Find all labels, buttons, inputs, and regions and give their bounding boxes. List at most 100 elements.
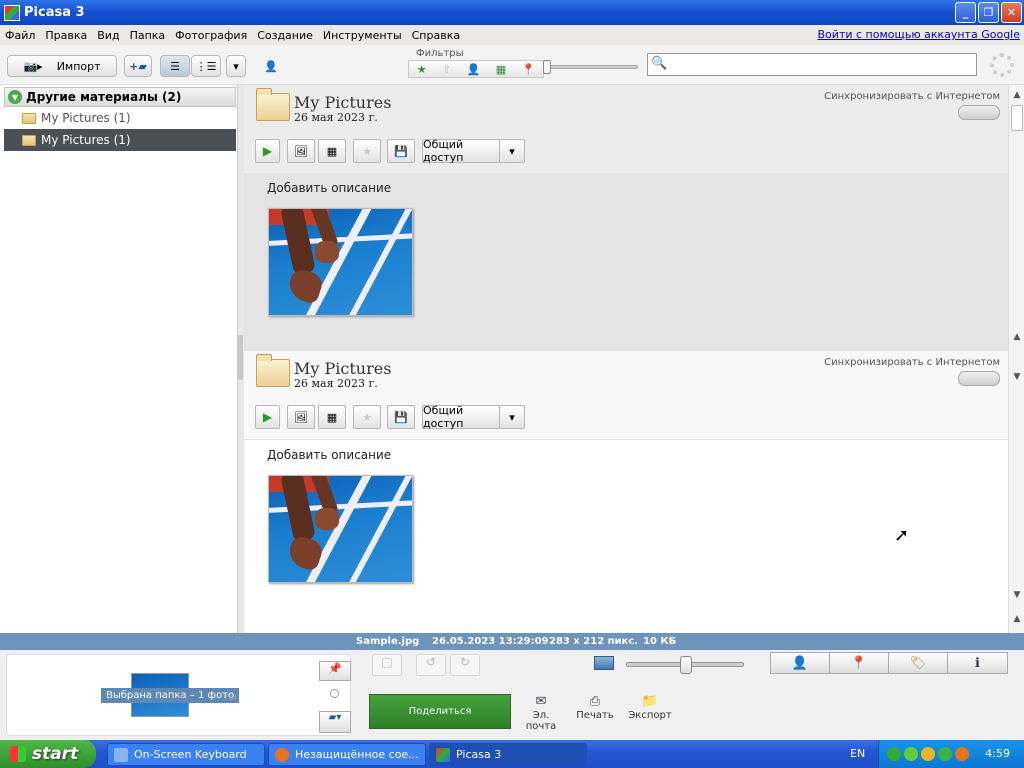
- sync-toggle[interactable]: [958, 371, 1000, 386]
- info-panel-button[interactable]: ℹ: [947, 652, 1008, 674]
- share-dropdown-button[interactable]: ▾: [499, 139, 525, 163]
- task-browser[interactable]: Незащищённое сое...: [268, 743, 426, 766]
- album-add-button[interactable]: ▰▾: [319, 711, 351, 733]
- scroll-up-icon[interactable]: ▲: [1009, 87, 1024, 103]
- people-filter-icon[interactable]: 👤: [467, 63, 481, 76]
- photo-thumbnail[interactable]: [268, 475, 413, 583]
- caption-button[interactable]: □: [372, 654, 402, 676]
- blank-icon: □: [381, 655, 393, 669]
- search-tray-icon[interactable]: [955, 747, 969, 761]
- add-description[interactable]: Добавить описание: [267, 448, 391, 462]
- menu-bar: Файл Правка Вид Папка Фотография Создани…: [0, 25, 1024, 45]
- search-input[interactable]: [668, 56, 972, 73]
- people-button[interactable]: 👤: [256, 55, 286, 77]
- people-panel-button[interactable]: 👤: [770, 652, 830, 674]
- collage-button[interactable]: 🖼: [287, 405, 315, 429]
- bottom-panel: Выбрана папка – 1 фото ты 📌 ▰▾ □ ↺ ↻ 👤 📍…: [0, 650, 1024, 740]
- menu-view[interactable]: Вид: [92, 29, 124, 42]
- star-button[interactable]: ★: [353, 139, 381, 163]
- network-icon[interactable]: [938, 747, 952, 761]
- tray-ghost-text: ты: [223, 692, 237, 703]
- maximize-button[interactable]: ❐: [978, 2, 999, 23]
- security-shield-icon[interactable]: [921, 747, 935, 761]
- scroll-up-icon[interactable]: ▲: [1009, 329, 1024, 345]
- share-access-label: Общий доступ: [423, 404, 464, 430]
- status-bar: Sample.jpg 26.05.2023 13:29:09 283 x 212…: [0, 633, 1024, 650]
- firefox-icon: [275, 747, 289, 762]
- import-button[interactable]: 📷▸ Импорт: [7, 55, 117, 77]
- google-login-link[interactable]: Войти с помощью аккаунта Google: [818, 28, 1020, 41]
- task-picasa[interactable]: Picasa 3: [429, 743, 587, 766]
- folder-icon: [22, 112, 36, 124]
- share-access-button[interactable]: Общий доступ: [422, 404, 500, 430]
- minimize-button[interactable]: _: [955, 2, 976, 23]
- menu-photo[interactable]: Фотография: [170, 29, 252, 42]
- email-button[interactable]: ✉ Эл. почта: [516, 694, 566, 732]
- share-access-button[interactable]: Общий доступ: [422, 138, 500, 164]
- thumbnail-size-slider[interactable]: [626, 656, 744, 674]
- places-panel-button[interactable]: 📍: [829, 652, 889, 674]
- utorrent-icon[interactable]: [887, 747, 901, 761]
- title-bar[interactable]: Picasa 3 _ ❐ ✕: [0, 0, 1024, 25]
- menu-help[interactable]: Справка: [407, 29, 465, 42]
- filter-date-slider[interactable]: [543, 60, 638, 74]
- slider-knob[interactable]: [543, 60, 551, 74]
- scroll-down-icon[interactable]: ▼: [1009, 587, 1024, 603]
- share-button[interactable]: Поделиться: [369, 694, 511, 729]
- save-button[interactable]: 💾: [387, 139, 415, 163]
- start-button[interactable]: start: [0, 740, 96, 768]
- person-icon: 👤: [791, 655, 809, 671]
- movie-button[interactable]: ▦: [318, 139, 346, 163]
- star-filter-icon[interactable]: ★: [417, 63, 427, 76]
- sync-toggle[interactable]: [958, 105, 1000, 120]
- share-access-label: Общий доступ: [423, 138, 464, 164]
- album-title[interactable]: My Pictures: [294, 359, 391, 378]
- task-label: On-Screen Keyboard: [134, 748, 247, 761]
- scroll-up-icon[interactable]: ▲: [1009, 611, 1024, 627]
- slideshow-button[interactable]: ▶: [255, 405, 280, 429]
- upload-filter-icon[interactable]: ⇧: [442, 63, 451, 76]
- star-button[interactable]: ★: [353, 405, 381, 429]
- geotag-filter-icon[interactable]: 📍: [522, 63, 536, 76]
- add-description[interactable]: Добавить описание: [267, 181, 391, 195]
- share-dropdown-button[interactable]: ▾: [499, 405, 525, 429]
- list-view-button[interactable]: ☰: [160, 55, 190, 77]
- sidebar-item-my-pictures-selected[interactable]: My Pictures (1): [4, 129, 236, 151]
- vertical-scrollbar[interactable]: ▲ ▲ ▼ ▼ ▲: [1008, 85, 1024, 633]
- size-slider-knob[interactable]: [680, 656, 692, 674]
- sidebar-group-other[interactable]: ▼ Другие материалы (2): [4, 87, 236, 107]
- menu-create[interactable]: Создание: [252, 29, 318, 42]
- sidebar-item-my-pictures[interactable]: My Pictures (1): [4, 107, 236, 129]
- close-button[interactable]: ✕: [1001, 2, 1022, 23]
- print-button[interactable]: ⎙ Печать: [570, 694, 620, 721]
- menu-edit[interactable]: Правка: [40, 29, 92, 42]
- pin-button[interactable]: 📌: [319, 661, 351, 681]
- view-dropdown-button[interactable]: ▾: [226, 55, 246, 77]
- play-icon: ▶: [262, 144, 273, 158]
- add-album-button[interactable]: +▰: [124, 55, 152, 77]
- save-button[interactable]: 💾: [387, 405, 415, 429]
- scroll-down-icon[interactable]: ▼: [1009, 369, 1024, 385]
- task-on-screen-keyboard[interactable]: On-Screen Keyboard: [107, 743, 265, 766]
- tree-view-button[interactable]: ⋮☰: [191, 55, 221, 77]
- clear-tray-button[interactable]: [330, 689, 339, 698]
- export-button[interactable]: 📁 Экспорт: [625, 694, 675, 721]
- movie-filter-icon[interactable]: ▦: [496, 63, 506, 76]
- menu-folder[interactable]: Папка: [125, 29, 171, 42]
- collapse-icon[interactable]: ▼: [8, 90, 22, 104]
- collage-button[interactable]: 🖼: [287, 139, 315, 163]
- search-box[interactable]: 🔍: [647, 53, 977, 76]
- rotate-left-button[interactable]: ↺: [416, 654, 446, 676]
- photo-thumbnail[interactable]: [268, 208, 413, 316]
- menu-tools[interactable]: Инструменты: [318, 29, 407, 42]
- album-title[interactable]: My Pictures: [294, 93, 391, 112]
- movie-button[interactable]: ▦: [318, 405, 346, 429]
- tray-app-icon[interactable]: [904, 747, 918, 761]
- tags-panel-button[interactable]: 🏷: [888, 652, 948, 674]
- rotate-right-button[interactable]: ↻: [450, 654, 480, 676]
- language-indicator[interactable]: EN: [850, 747, 865, 760]
- scroll-thumb[interactable]: [1011, 105, 1023, 131]
- menu-file[interactable]: Файл: [0, 29, 40, 42]
- slideshow-button[interactable]: ▶: [255, 139, 280, 163]
- splitter-grip[interactable]: [238, 335, 243, 380]
